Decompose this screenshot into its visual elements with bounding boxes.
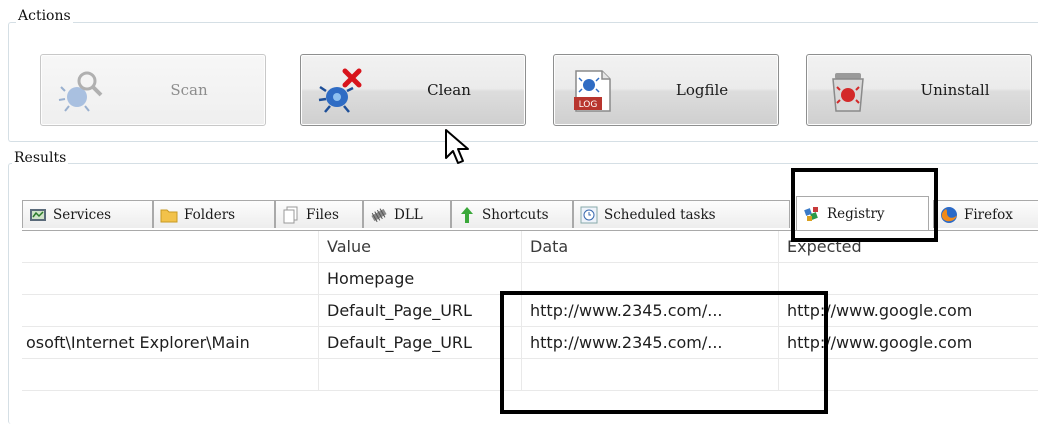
actions-group-title: Actions [16,8,73,24]
clean-button-label: Clean [427,81,471,99]
tab-label: Firefox [964,206,1013,223]
cell-key [22,295,318,326]
scan-bug-magnifier-icon [58,71,103,112]
column-header-data[interactable]: Data [522,231,778,262]
tab-files[interactable]: Files [275,200,363,228]
clean-button[interactable]: Clean [300,54,526,126]
folder-icon [160,209,178,222]
scheduled-tasks-icon [580,206,598,223]
uninstall-bin-icon [832,73,864,112]
cell-value: Homepage [327,269,415,288]
tab-scheduled-tasks[interactable]: Scheduled tasks [573,200,790,228]
files-icon [283,206,298,223]
tab-label: Files [306,206,339,223]
cell-key [22,263,318,294]
tab-label: Services [53,206,112,223]
shortcut-arrow-icon [461,206,473,223]
tab-label: DLL [394,206,423,223]
services-icon [30,208,46,221]
clean-bug-x-icon [318,68,362,113]
tab-label: Folders [184,206,236,223]
dll-icon [371,207,387,222]
cell-value [319,359,521,390]
firefox-icon [941,206,957,223]
uninstall-button[interactable]: Uninstall [806,54,1032,126]
scan-button[interactable]: Scan [40,54,266,126]
scan-button-label: Scan [170,81,208,99]
svg-text:LOG: LOG [579,100,598,110]
tab-folders[interactable]: Folders [153,200,275,228]
logfile-icon: LOG [574,70,611,112]
cell-data [522,263,778,294]
tab-services[interactable]: Services [22,200,153,228]
cell-key [22,359,318,390]
cell-key: osoft\Internet Explorer\Main [26,333,250,352]
cell-expected [779,263,1038,294]
uninstall-button-label: Uninstall [920,81,990,99]
tab-shortcuts[interactable]: Shortcuts [451,200,573,228]
tab-dll[interactable]: DLL [363,200,451,228]
results-group-title: Results [12,150,69,166]
tab-label: Shortcuts [482,206,549,223]
tab-firefox[interactable]: Firefox [933,200,1038,228]
data-column-highlight [500,291,828,414]
logfile-button-label: Logfile [675,81,729,99]
logfile-button[interactable]: LOG Logfile [553,54,779,126]
column-header-key[interactable] [22,231,318,262]
cell-value: Default_Page_URL [327,333,472,352]
column-header-value[interactable]: Value [319,231,521,262]
mouse-cursor-icon [445,129,469,164]
cell-value: Default_Page_URL [327,301,472,320]
tab-label: Scheduled tasks [604,206,716,223]
registry-tab-highlight [791,168,938,242]
